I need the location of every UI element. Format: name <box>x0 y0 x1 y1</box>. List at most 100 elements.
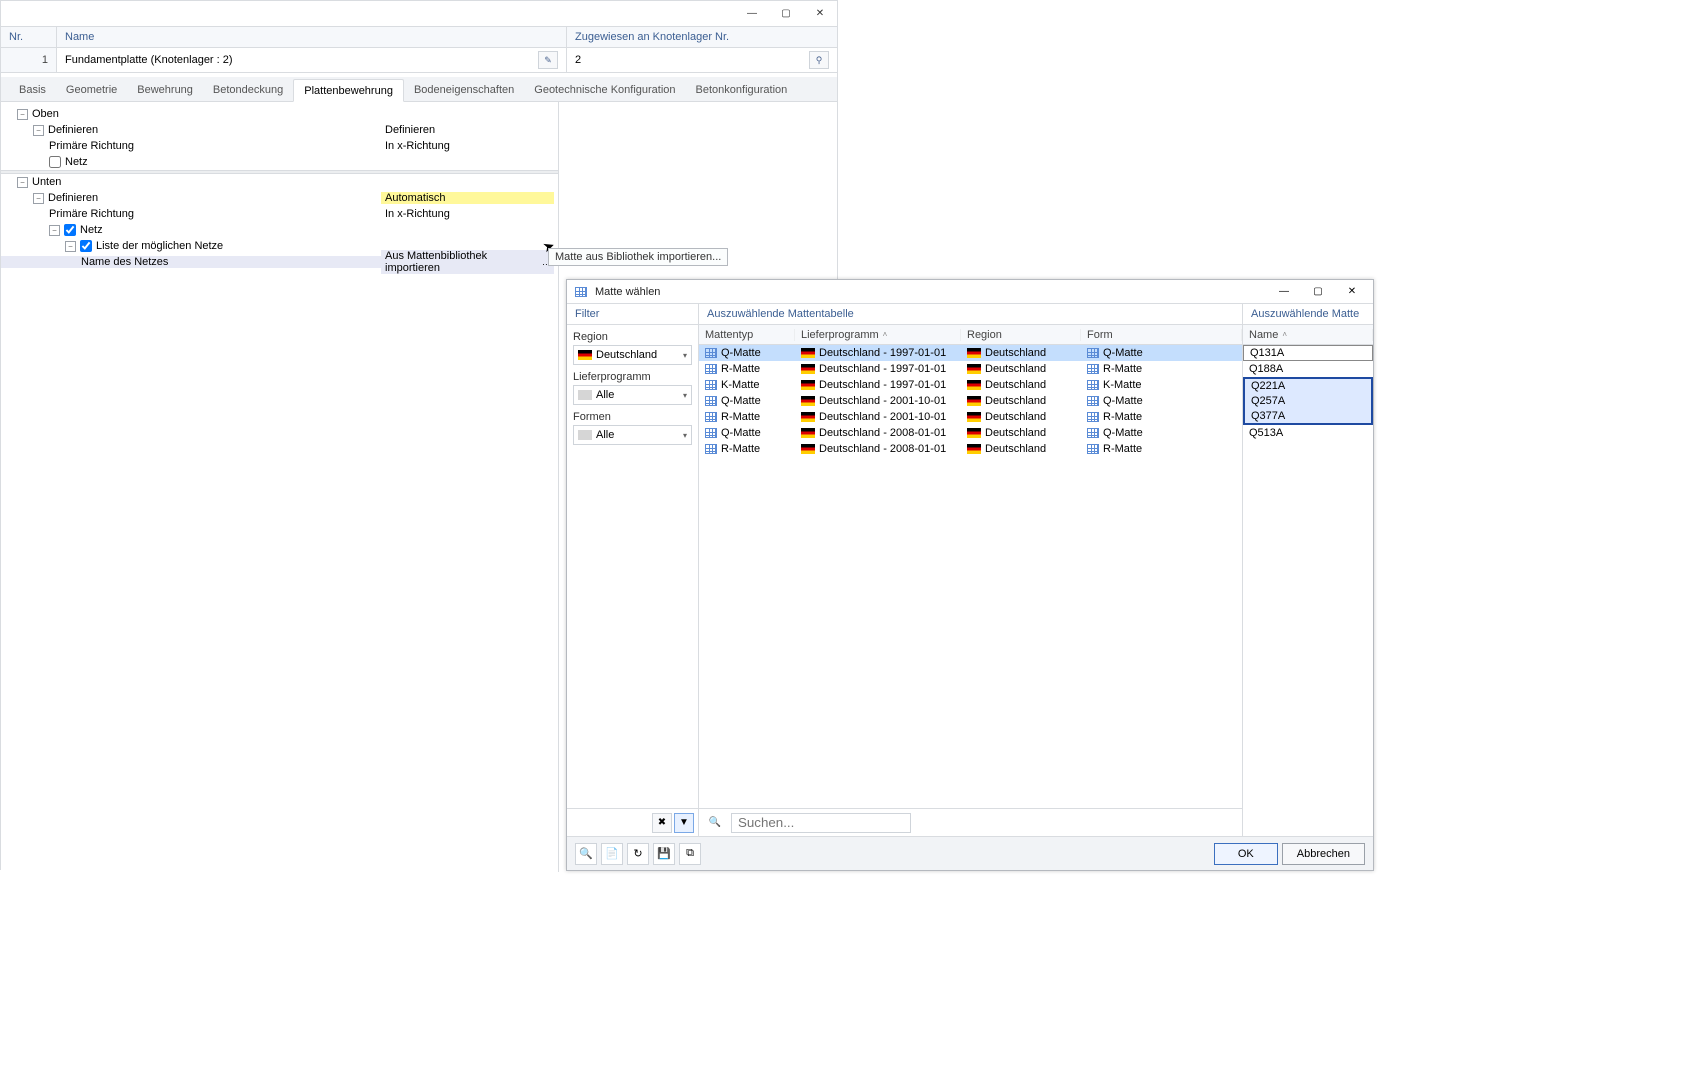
tree-name-netz[interactable]: Name des Netzes <box>81 256 168 268</box>
sort-asc-icon: ˄ <box>883 330 888 339</box>
matte-row[interactable]: Q221A <box>1243 377 1373 393</box>
tab-bodeneigenschaften[interactable]: Bodeneigenschaften <box>404 79 524 101</box>
apply-filter-button[interactable]: ▼ <box>674 813 694 833</box>
unten-netz-checkbox[interactable] <box>64 224 76 236</box>
tree-unten-def[interactable]: Definieren <box>48 192 98 204</box>
oben-netz-checkbox[interactable] <box>49 156 61 168</box>
tab-betonkonfiguration[interactable]: Betonkonfiguration <box>686 79 798 101</box>
germany-flag-icon <box>801 380 815 390</box>
mesh-icon <box>705 444 717 454</box>
table-row[interactable]: Q-MatteDeutschland - 2008-01-01Deutschla… <box>699 425 1242 441</box>
name-input-text: Fundamentplatte (Knotenlager : 2) <box>65 54 233 66</box>
collapse-icon[interactable]: − <box>49 225 60 236</box>
search-icon[interactable]: 🔍 <box>705 813 725 833</box>
formen-combo[interactable]: Alle ▾ <box>573 425 692 445</box>
tree-oben-primary-val[interactable]: In x-Richtung <box>385 140 450 152</box>
tree-oben[interactable]: Oben <box>32 108 59 120</box>
liefer-value: Alle <box>596 389 614 401</box>
col-lieferprogramm[interactable]: Lieferprogramm˄ <box>795 329 961 341</box>
mesh-icon <box>705 364 717 374</box>
formen-label: Formen <box>573 411 692 423</box>
nr-header: Nr. <box>1 27 57 47</box>
collapse-icon[interactable]: − <box>33 193 44 204</box>
tab-geotechnische[interactable]: Geotechnische Konfiguration <box>524 79 685 101</box>
col-form[interactable]: Form <box>1081 329 1242 341</box>
table-row[interactable]: R-MatteDeutschland - 1997-01-01Deutschla… <box>699 361 1242 377</box>
tree-unten-primary[interactable]: Primäre Richtung <box>49 208 134 220</box>
germany-flag-icon <box>967 348 981 358</box>
dialog-minimize-button[interactable]: — <box>1267 281 1301 303</box>
refresh-button[interactable]: ↻ <box>627 843 649 865</box>
property-tree: −Oben −Definieren Definieren Primäre Ric… <box>1 102 559 872</box>
edit-name-icon[interactable]: ✎ <box>538 51 558 69</box>
dialog-maximize-button[interactable]: ▢ <box>1301 281 1335 303</box>
matte-row[interactable]: Q131A <box>1243 345 1373 361</box>
table-row[interactable]: K-MatteDeutschland - 1997-01-01Deutschla… <box>699 377 1242 393</box>
table-head: Auszuwählende Mattentabelle <box>699 304 1242 325</box>
tree-oben-def[interactable]: Definieren <box>48 124 98 136</box>
region-combo[interactable]: Deutschland ▾ <box>573 345 692 365</box>
zoom-button[interactable]: 🔍 <box>575 843 597 865</box>
tab-bewehrung[interactable]: Bewehrung <box>127 79 203 101</box>
ok-button[interactable]: OK <box>1214 843 1278 865</box>
tab-betondeckung[interactable]: Betondeckung <box>203 79 293 101</box>
tree-unten-def-val[interactable]: Automatisch <box>385 192 446 204</box>
matte-rows: Q131AQ188AQ221AQ257AQ377AQ513A <box>1243 345 1373 836</box>
liefer-combo[interactable]: Alle ▾ <box>573 385 692 405</box>
col-region[interactable]: Region <box>961 329 1081 341</box>
clear-filter-button[interactable]: ✖ <box>652 813 672 833</box>
maximize-button[interactable]: ▢ <box>769 2 803 26</box>
matte-row[interactable]: Q513A <box>1243 425 1373 441</box>
save-button[interactable]: 💾 <box>653 843 675 865</box>
mesh-list-panel: Auszuwählende Matte Name˄ Q131AQ188AQ221… <box>1243 304 1373 836</box>
table-row[interactable]: Q-MatteDeutschland - 1997-01-01Deutschla… <box>699 345 1242 361</box>
tab-plattenbewehrung[interactable]: Plattenbewehrung <box>293 79 404 102</box>
tree-oben-def-val[interactable]: Definieren <box>385 124 435 136</box>
collapse-icon[interactable]: − <box>17 109 28 120</box>
mesh-icon <box>705 348 717 358</box>
chevron-down-icon: ▾ <box>683 391 687 400</box>
matte-row[interactable]: Q257A <box>1243 393 1373 409</box>
col-mattentyp[interactable]: Mattentyp <box>699 329 795 341</box>
dialog-titlebar[interactable]: Matte wählen — ▢ ✕ <box>567 280 1373 304</box>
matte-row[interactable]: Q377A <box>1243 409 1373 425</box>
mesh-icon <box>705 380 717 390</box>
dialog-close-button[interactable]: ✕ <box>1335 281 1369 303</box>
liste-checkbox[interactable] <box>80 240 92 252</box>
import-ellipsis-button[interactable]: … <box>539 255 554 269</box>
search-input[interactable] <box>731 813 911 833</box>
germany-flag-icon <box>967 380 981 390</box>
minimize-button[interactable]: — <box>735 2 769 26</box>
germany-flag-icon <box>801 428 815 438</box>
table-column-headers: Mattentyp Lieferprogramm˄ Region Form <box>699 325 1242 345</box>
name-input[interactable]: Fundamentplatte (Knotenlager : 2) ✎ <box>57 48 567 72</box>
assigned-input[interactable]: 2 ⚲ <box>567 48 837 72</box>
table-row[interactable]: R-MatteDeutschland - 2001-10-01Deutschla… <box>699 409 1242 425</box>
cancel-button[interactable]: Abbrechen <box>1282 843 1365 865</box>
tree-oben-primary[interactable]: Primäre Richtung <box>49 140 134 152</box>
tree-unten-netz[interactable]: Netz <box>80 224 103 236</box>
tree-liste[interactable]: Liste der möglichen Netze <box>96 240 223 252</box>
tree-unten-primary-val[interactable]: In x-Richtung <box>385 208 450 220</box>
copy-button[interactable]: ⧉ <box>679 843 701 865</box>
mesh-table-panel: Auszuwählende Mattentabelle Mattentyp Li… <box>699 304 1243 836</box>
tree-oben-netz[interactable]: Netz <box>65 156 88 168</box>
mesh-icon <box>1087 380 1099 390</box>
germany-flag-icon <box>967 364 981 374</box>
table-row[interactable]: Q-MatteDeutschland - 2001-10-01Deutschla… <box>699 393 1242 409</box>
collapse-icon[interactable]: − <box>65 241 76 252</box>
table-row[interactable]: R-MatteDeutschland - 2008-01-01Deutschla… <box>699 441 1242 457</box>
matte-row[interactable]: Q188A <box>1243 361 1373 377</box>
doc-button[interactable]: 📄 <box>601 843 623 865</box>
pick-support-icon[interactable]: ⚲ <box>809 51 829 69</box>
tab-geometrie[interactable]: Geometrie <box>56 79 127 101</box>
tab-basis[interactable]: Basis <box>9 79 56 101</box>
col-name[interactable]: Name˄ <box>1243 329 1373 341</box>
close-button[interactable]: ✕ <box>803 2 837 26</box>
assigned-header: Zugewiesen an Knotenlager Nr. <box>567 27 837 47</box>
titlebar[interactable]: — ▢ ✕ <box>1 1 837 27</box>
collapse-icon[interactable]: − <box>33 125 44 136</box>
tree-name-netz-val[interactable]: Aus Mattenbibliothek importieren <box>385 250 539 274</box>
tree-unten[interactable]: Unten <box>32 176 61 188</box>
collapse-icon[interactable]: − <box>17 177 28 188</box>
